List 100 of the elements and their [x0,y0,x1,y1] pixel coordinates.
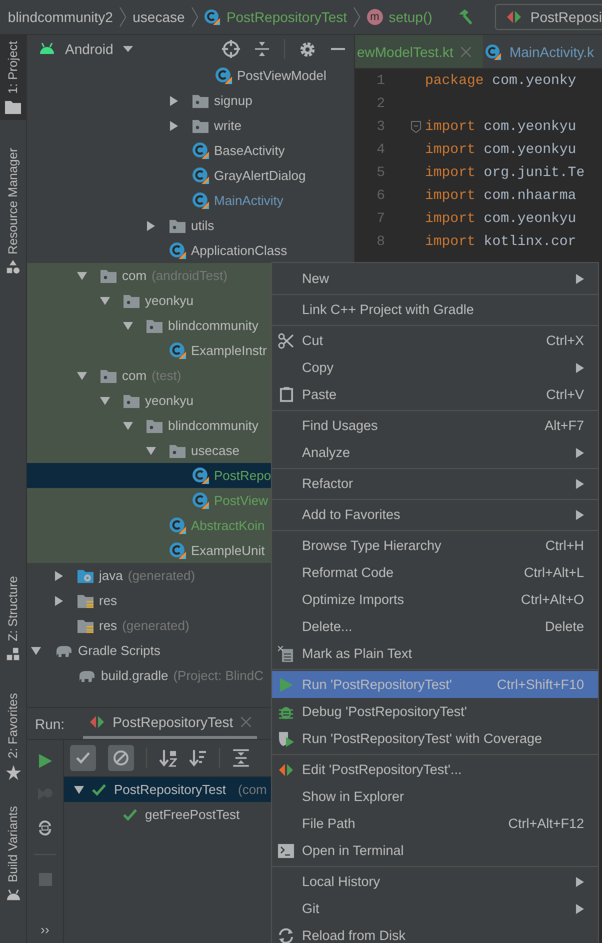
sort-alphabetically-icon[interactable] [159,749,177,767]
coverage-icon [278,730,294,746]
expanded-arrow-icon[interactable] [77,370,87,380]
dropdown-caret-icon[interactable] [123,46,134,52]
kotlin-class-icon [215,67,232,84]
editor-tab[interactable]: MainActivity.k [483,35,602,68]
fold-marker-icon[interactable] [410,120,421,132]
toggle-auto-test-icon[interactable] [37,820,53,836]
menu-item[interactable]: File Path Ctrl+Alt+F12 [272,810,598,837]
android-icon [39,43,55,55]
menu-item[interactable]: Open in Terminal [272,837,598,864]
tool-window-tab[interactable]: 2: Favorites [0,687,26,786]
tree-item[interactable]: write [27,113,354,138]
resource-folder-icon [77,594,94,608]
line-number: 4 [376,142,385,158]
scissors-icon [278,332,294,348]
test-config-icon [506,9,522,25]
generated-folder-icon [77,568,94,582]
code-line: import org.junit.Te [424,164,585,180]
breadcrumb[interactable]: blindcommunity2 [8,9,113,25]
code-line: import com.yeonkyu [424,118,576,134]
breadcrumb[interactable]: PostRepositoryTest [204,9,348,25]
expanded-arrow-icon[interactable] [31,646,41,656]
shapes-icon [6,260,20,274]
line-number: 8 [376,234,385,250]
code-line: import kotlinx.cor [424,234,576,250]
android-icon [6,888,20,901]
expanded-arrow-icon[interactable] [146,446,156,456]
breadcrumb[interactable]: usecase [132,9,185,25]
expanded-arrow-icon[interactable] [77,270,87,280]
package-folder-icon [146,418,163,432]
menu-item[interactable]: Link C++ Project with Gradle [272,296,598,323]
tool-window-tab[interactable]: 1: Project [0,35,26,120]
locate-icon[interactable] [222,40,240,58]
check-icon [75,750,91,766]
collapsed-arrow-icon[interactable] [169,120,179,130]
tree-item[interactable]: GrayAlertDialog [27,163,354,188]
expand-all-icon[interactable] [232,749,250,767]
test-config-icon [88,714,105,730]
menu-item[interactable]: Debug 'PostRepositoryTest' [272,698,598,725]
package-folder-icon [192,94,209,108]
tree-item[interactable]: PostViewModel [27,63,354,88]
kotlin-class-icon [169,242,186,259]
collapsed-arrow-icon[interactable] [54,570,64,580]
menu-item[interactable]: Refactor [272,470,598,497]
tree-item[interactable]: utils [27,213,354,238]
expanded-arrow-icon[interactable] [100,396,110,406]
show-ignored-toggle[interactable] [108,745,134,771]
collapsed-arrow-icon[interactable] [146,220,156,230]
kotlin-class-icon [485,44,502,60]
menu-item[interactable]: Mark as Plain Text [272,640,598,667]
package-folder-icon [123,394,140,408]
run-icon [279,678,293,692]
plain-text-file-icon [278,646,294,662]
expanded-arrow-icon[interactable] [100,296,110,306]
tree-item[interactable]: BaseActivity [27,138,354,163]
kotlin-class-icon [169,542,186,559]
sort-by-duration-icon[interactable] [189,749,207,767]
code-line: import com.yeonkyu [424,142,576,158]
package-folder-icon [146,318,163,332]
kotlin-class-icon [192,142,209,159]
tree-item[interactable]: ApplicationClass [27,238,354,263]
tree-item[interactable]: signup [27,88,354,113]
editor-tab[interactable]: ewModelTest.kt [354,35,484,68]
menu-item[interactable]: Reload from Disk [272,922,598,943]
kotlin-class-icon [204,9,220,25]
project-view-selector[interactable]: Android [65,41,114,57]
menu-item[interactable]: Add to Favorites [272,501,598,528]
run-icon[interactable] [38,754,52,768]
collapsed-arrow-icon[interactable] [169,96,179,106]
code-line: import com.yeonkyu [424,210,576,226]
menu-item[interactable]: Delete... Delete [272,613,598,640]
tool-window-tab[interactable]: Z: Structure [0,570,26,668]
expanded-arrow-icon[interactable] [123,420,133,430]
collapsed-arrow-icon[interactable] [54,596,64,606]
tool-window-tab[interactable]: Resource Manager [0,142,26,280]
cancel-icon [113,750,129,766]
tree-item[interactable]: MainActivity [27,188,354,213]
show-passed-toggle[interactable] [70,745,96,771]
tool-window-tab[interactable]: Build Variants [0,800,26,907]
run-configuration-dropdown[interactable]: PostReposi [495,4,602,30]
resource-folder-icon [77,618,94,632]
run-tab[interactable]: PostRepositoryTest [82,708,258,739]
collapse-all-icon[interactable] [254,41,270,57]
package-folder-icon [169,218,186,232]
line-number: 2 [376,96,385,112]
chevron-icon [190,6,198,28]
settings-icon[interactable] [298,40,316,58]
breadcrumb[interactable]: m setup() [366,9,432,25]
expanded-arrow-icon[interactable] [123,320,133,330]
menu-item[interactable]: Git [272,895,598,922]
more-tools[interactable]: ›› [40,922,50,937]
expanded-arrow-icon[interactable] [74,784,84,794]
menu-item[interactable]: Run 'PostRepositoryTest' with Coverage [272,725,598,752]
menu-item[interactable]: Local History [272,868,598,895]
terminal-icon [278,844,294,858]
kotlin-class-icon [192,492,209,509]
code-line: package com.yeonky [424,72,576,88]
menu-item[interactable]: Optimize Imports Ctrl+Alt+O [272,586,598,613]
chevron-icon [353,6,361,28]
